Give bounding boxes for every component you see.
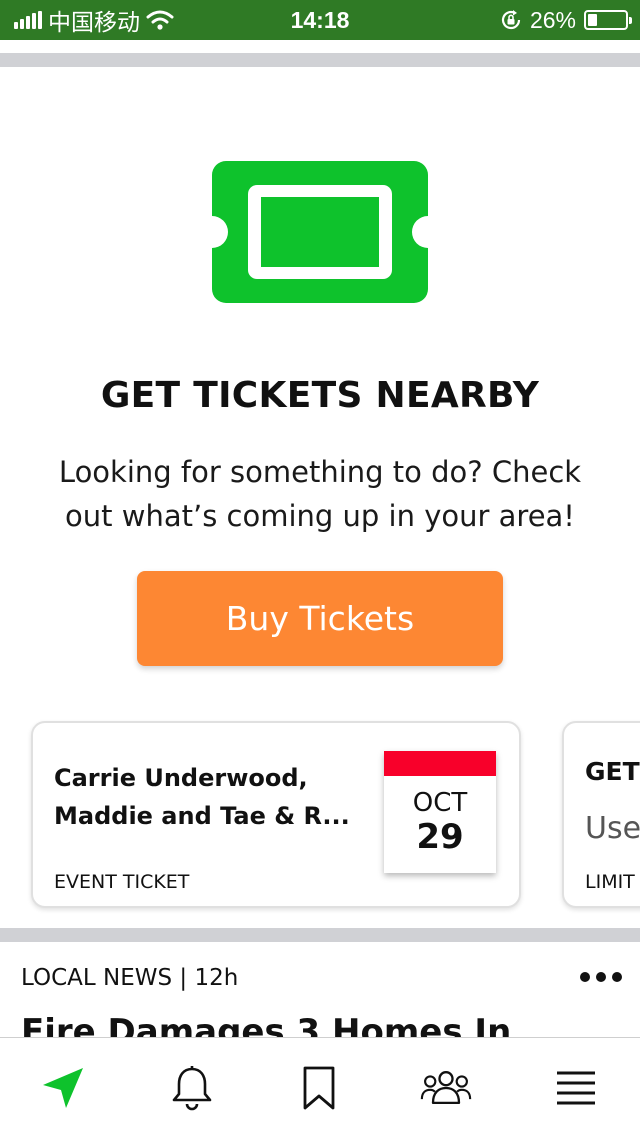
bottom-nav	[0, 1037, 640, 1136]
rotation-lock-icon	[501, 10, 521, 30]
section-divider	[0, 928, 640, 942]
promo-subtitle-line: Looking for something to do? Check	[58, 455, 582, 489]
next-card-subtitle: Use	[585, 811, 640, 846]
news-meta: LOCAL NEWS | 12h	[21, 965, 239, 991]
event-type-label: EVENT TICKET	[54, 871, 190, 893]
battery-icon	[584, 10, 632, 30]
ticket-icon	[212, 161, 428, 303]
event-day: 29	[416, 817, 464, 857]
status-right: 26%	[500, 0, 632, 40]
event-month: OCT	[412, 788, 468, 818]
event-title-line: Maddie and Tae & R...	[54, 802, 350, 830]
event-card[interactable]: Carrie Underwood, Maddie and Tae & R... …	[31, 721, 521, 908]
battery-percent: 26%	[529, 6, 576, 33]
bookmark-icon	[303, 1066, 335, 1110]
bell-icon	[172, 1066, 212, 1111]
next-card-title: GET	[585, 757, 640, 786]
next-card[interactable]: GET Use LIMIT	[562, 721, 640, 908]
nav-community[interactable]	[420, 1062, 472, 1114]
battery-level	[588, 14, 597, 26]
promo-subtitle-line: out what’s coming up in your area!	[65, 499, 575, 533]
calendar-date-icon: OCT 29	[384, 751, 496, 873]
section-divider	[0, 53, 640, 67]
promo-subtitle: Looking for something to do? Check out w…	[40, 450, 600, 538]
next-card-footer: LIMIT	[585, 871, 635, 893]
promo-title: GET TICKETS NEARBY	[100, 375, 540, 416]
nav-saved[interactable]	[293, 1062, 345, 1114]
news-headline[interactable]: Fire Damages 3 Homes In	[21, 1010, 621, 1038]
menu-icon	[557, 1071, 595, 1105]
nav-nearby[interactable]	[37, 1062, 89, 1114]
buy-tickets-button[interactable]: Buy Tickets	[137, 571, 503, 666]
people-icon	[420, 1071, 472, 1105]
status-bar: 中国移动 14:18 26%	[0, 0, 640, 40]
event-title: Carrie Underwood, Maddie and Tae & R...	[54, 759, 374, 835]
nav-menu[interactable]	[550, 1062, 602, 1114]
nav-notifications[interactable]	[166, 1062, 218, 1114]
calendar-header-bar	[384, 751, 496, 776]
more-options-icon[interactable]	[580, 972, 622, 982]
navigation-arrow-icon	[43, 1068, 83, 1108]
event-title-line: Carrie Underwood,	[54, 764, 308, 792]
